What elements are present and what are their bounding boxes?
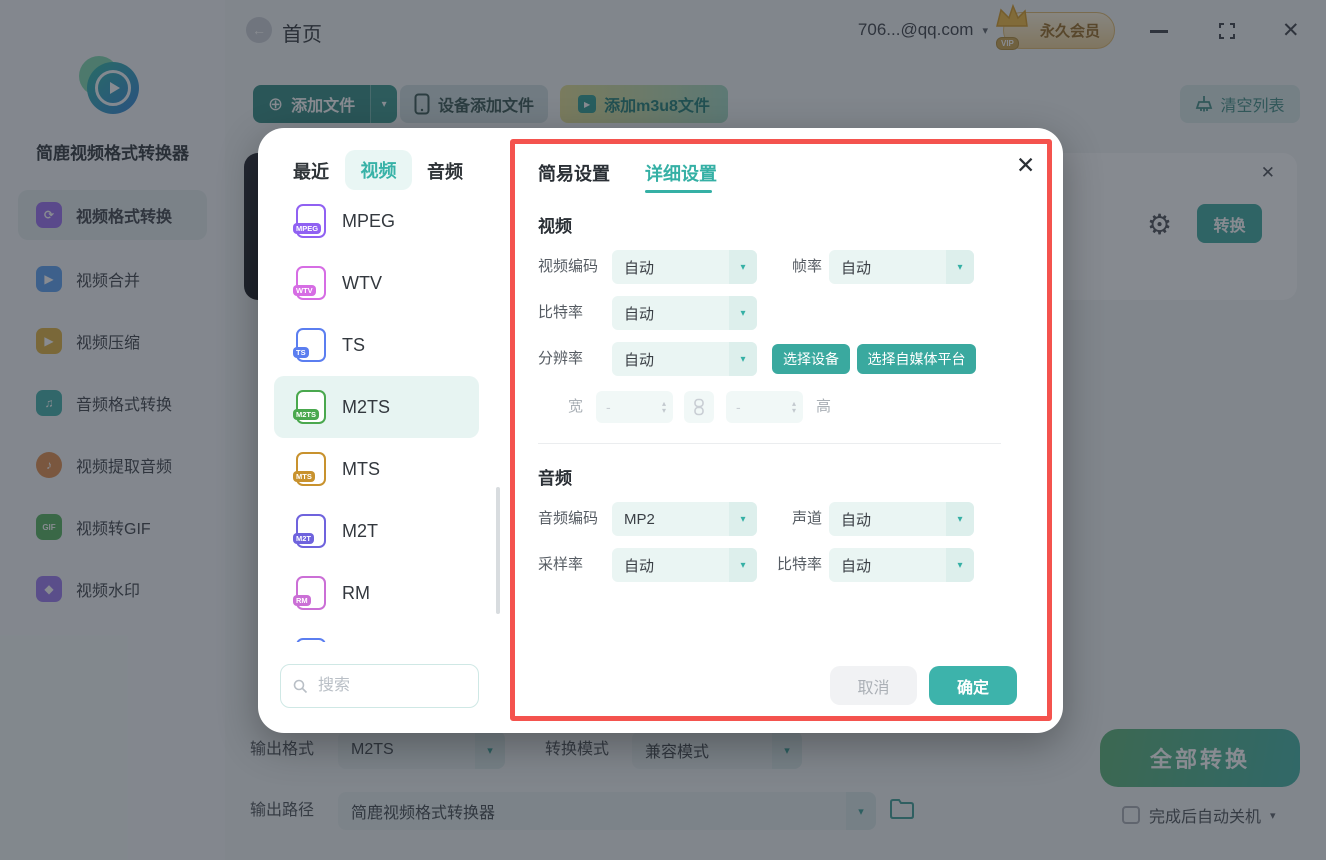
- chevron-down-icon: ▾: [946, 250, 974, 284]
- chevron-down-icon: ▾: [729, 250, 757, 284]
- select-media-platform-button[interactable]: 选择自媒体平台: [857, 344, 976, 374]
- tab-recent[interactable]: 最近: [293, 158, 329, 184]
- format-name: M2T: [342, 520, 378, 541]
- format-list: MPEG MPEG WTV WTV TS TS M2TS M2TS MTS MT…: [274, 202, 479, 642]
- format-settings-dialog: 最近 视频 音频 MPEG MPEG WTV WTV TS TS M2TS M2…: [258, 128, 1063, 733]
- height-stepper[interactable]: - ▴ ▾: [726, 391, 803, 423]
- format-item-mts[interactable]: MTS MTS: [274, 438, 479, 500]
- select-device-button[interactable]: 选择设备: [772, 344, 850, 374]
- video-section-title: 视频: [538, 217, 572, 236]
- file-type-icon: WTV: [293, 266, 326, 300]
- format-name: RM: [342, 582, 370, 603]
- format-name: TS: [342, 334, 366, 355]
- frame-rate-select[interactable]: 自动 ▾: [829, 250, 974, 284]
- channels-select[interactable]: 自动 ▾: [829, 502, 974, 536]
- file-type-icon: MPEG: [293, 204, 326, 238]
- file-type-icon: M2T: [293, 514, 326, 548]
- aspect-link-toggle[interactable]: [684, 391, 714, 423]
- annotation-red-box: [510, 139, 1052, 721]
- chevron-down-icon: ▾: [729, 296, 757, 330]
- height-label: 高: [816, 398, 832, 415]
- format-name: MPEG: [342, 210, 396, 231]
- format-list-scrollbar[interactable]: [496, 487, 500, 614]
- video-bitrate-label: 比特率: [538, 304, 584, 321]
- section-divider: [538, 443, 1001, 444]
- app-window: 简鹿视频格式转换器 ⟳ 视频格式转换 ▶ 视频合并 ▶ 视频压缩 ♫ 音频格式转…: [0, 0, 1326, 860]
- search-icon: [293, 679, 308, 693]
- width-label: 宽: [568, 398, 584, 415]
- format-item-ts[interactable]: TS TS: [274, 314, 479, 376]
- tab-detailed-settings[interactable]: 详细设置: [645, 160, 717, 186]
- chevron-down-icon: ▾: [946, 502, 974, 536]
- link-icon: [694, 398, 704, 416]
- frame-rate-label: 帧率: [791, 258, 822, 275]
- format-name: M2TS: [342, 396, 391, 417]
- file-type-icon: TS: [293, 328, 326, 362]
- active-tab-underline: [645, 190, 712, 193]
- sample-rate-label: 采样率: [538, 556, 584, 573]
- format-search[interactable]: [280, 664, 479, 708]
- format-name: WTV: [342, 272, 382, 293]
- sample-rate-select[interactable]: 自动 ▾: [612, 548, 757, 582]
- close-dialog-icon[interactable]: ✕: [1016, 152, 1035, 179]
- video-bitrate-select[interactable]: 自动 ▾: [612, 296, 757, 330]
- chevron-down-icon: ▾: [946, 548, 974, 582]
- audio-bitrate-label: 比特率: [776, 556, 822, 573]
- file-type-icon: RM: [293, 576, 326, 610]
- format-item-mpeg[interactable]: MPEG MPEG: [274, 202, 479, 252]
- cancel-button[interactable]: 取消: [830, 666, 917, 705]
- format-name: MTS: [342, 458, 380, 479]
- format-item-wtv[interactable]: WTV WTV: [274, 252, 479, 314]
- tab-video[interactable]: 视频: [345, 150, 412, 190]
- channels-label: 声道: [791, 510, 822, 527]
- search-input[interactable]: [316, 676, 450, 696]
- ok-button[interactable]: 确定: [929, 666, 1017, 705]
- audio-codec-label: 音频编码: [538, 510, 599, 527]
- video-codec-select[interactable]: 自动 ▾: [612, 250, 757, 284]
- chevron-down-icon: ▾: [729, 502, 757, 536]
- resolution-select[interactable]: 自动 ▾: [612, 342, 757, 376]
- audio-section-title: 音频: [538, 469, 572, 488]
- width-stepper[interactable]: - ▴ ▾: [596, 391, 673, 423]
- file-type-icon: [296, 638, 326, 642]
- format-item-partial[interactable]: [274, 624, 479, 642]
- file-type-icon: M2TS: [293, 390, 326, 424]
- chevron-down-icon: ▾: [729, 548, 757, 582]
- format-item-m2t[interactable]: M2T M2T: [274, 500, 479, 562]
- chevron-down-icon: ▾: [729, 342, 757, 376]
- stepper-arrows-icon[interactable]: ▴ ▾: [792, 400, 796, 415]
- tab-audio[interactable]: 音频: [427, 158, 463, 184]
- video-codec-label: 视频编码: [538, 258, 599, 275]
- stepper-arrows-icon[interactable]: ▴ ▾: [662, 400, 666, 415]
- resolution-label: 分辨率: [538, 350, 584, 367]
- file-type-icon: MTS: [293, 452, 326, 486]
- tab-simple-settings[interactable]: 简易设置: [538, 160, 610, 186]
- audio-codec-select[interactable]: MP2 ▾: [612, 502, 757, 536]
- audio-bitrate-select[interactable]: 自动 ▾: [829, 548, 974, 582]
- format-item-rm[interactable]: RM RM: [274, 562, 479, 624]
- format-item-m2ts-selected[interactable]: M2TS M2TS: [274, 376, 479, 438]
